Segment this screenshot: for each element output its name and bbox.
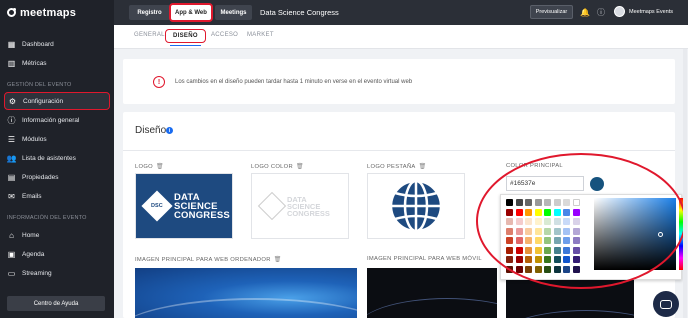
- logo-color-upload[interactable]: DATA SCIENCE CONGRESS: [251, 173, 349, 239]
- field-label-text: IMAGEN PRINCIPAL PARA WEB ORDENADOR: [135, 256, 271, 263]
- users-icon: 👥: [6, 153, 17, 163]
- avatar: [614, 6, 625, 17]
- dsc-badge: DSC: [141, 190, 173, 222]
- brand-name: meetmaps: [20, 6, 77, 19]
- user-menu[interactable]: Meetmaps Events: [614, 6, 673, 17]
- bell-icon[interactable]: 🔔: [580, 7, 590, 17]
- sidebar-item-label: Home: [22, 231, 40, 239]
- tab-registro[interactable]: Registro: [129, 5, 170, 20]
- logo-tab-label: LOGO PESTAÑA 🗑: [367, 163, 427, 171]
- alert-icon: !: [153, 76, 165, 88]
- sidebar-item-label: Agenda: [22, 250, 45, 258]
- main-image-desktop-upload[interactable]: [135, 268, 357, 318]
- dsc-badge-text: DSC: [151, 203, 163, 209]
- tab-meetings[interactable]: Meetings: [215, 5, 252, 20]
- sidebar-item-label: Configuración: [23, 97, 64, 105]
- sidebar-item-informacion-general[interactable]: ⓘ Información general: [4, 111, 110, 129]
- field-label-text: LOGO COLOR: [251, 163, 293, 170]
- brand[interactable]: meetmaps: [0, 0, 114, 25]
- sidebar-item-label: Lista de asistentes: [22, 154, 76, 162]
- info-icon[interactable]: i: [166, 127, 173, 134]
- tab-diseno[interactable]: DISEÑO: [165, 29, 206, 46]
- trash-icon[interactable]: 🗑: [274, 256, 282, 263]
- sidebar-item-label: Emails: [22, 192, 42, 200]
- sidebar-item-modulos[interactable]: ☰ Módulos: [4, 130, 110, 148]
- divider: [123, 150, 675, 151]
- tab-market[interactable]: MARKET: [247, 32, 274, 38]
- logo-wordmark-light: DATA SCIENCE CONGRESS: [287, 195, 330, 218]
- chat-icon: [660, 299, 672, 309]
- help-circle-icon[interactable]: ⓘ: [596, 7, 606, 17]
- list-icon: ☰: [7, 134, 16, 144]
- home-icon: ⌂: [9, 230, 14, 240]
- sidebar-item-propiedades[interactable]: ▤ Propiedades: [4, 168, 110, 186]
- calendar-icon: ▣: [7, 249, 16, 259]
- section-label-event: GESTIÓN DEL EVENTO: [7, 82, 72, 88]
- trash-icon[interactable]: 🗑: [419, 163, 427, 170]
- sidebar-item-label: Propiedades: [22, 173, 59, 181]
- gear-icon: ⚙: [8, 96, 17, 106]
- sidebar-item-label: Dashboard: [22, 40, 54, 48]
- sidebar-item-label: Módulos: [22, 135, 47, 143]
- grid-icon: ▦: [7, 39, 16, 49]
- sidebar: meetmaps ▦ Dashboard ▥ Métricas GESTIÓN …: [0, 0, 114, 318]
- logo-wordmark: DATA SCIENCE CONGRESS: [174, 192, 230, 221]
- bar-chart-icon: ▥: [7, 58, 16, 68]
- properties-icon: ▤: [7, 172, 16, 182]
- logo-color-label: LOGO COLOR 🗑: [251, 163, 304, 171]
- tab-general[interactable]: GENERAL: [134, 32, 165, 38]
- logo-line: CONGRESS: [287, 208, 330, 218]
- help-center-button[interactable]: Centro de Ayuda: [7, 296, 105, 311]
- chat-button[interactable]: [653, 291, 679, 317]
- scrollbar[interactable]: [683, 49, 687, 318]
- section-label-info: INFORMACIÓN DEL EVENTO: [7, 215, 87, 221]
- globe-icon: [389, 179, 443, 233]
- field-label-text: LOGO: [135, 163, 153, 170]
- logo-line: CONGRESS: [174, 209, 230, 221]
- sidebar-item-emails[interactable]: ✉ Emails: [4, 187, 110, 205]
- sidebar-item-home[interactable]: ⌂ Home: [4, 226, 110, 244]
- event-title: Data Science Congress: [260, 8, 339, 17]
- logo-tab-upload[interactable]: [367, 173, 465, 239]
- sidebar-item-metricas[interactable]: ▥ Métricas: [4, 54, 110, 72]
- tab-app-web[interactable]: App & Web: [169, 3, 213, 22]
- sidebar-item-label: Métricas: [22, 59, 47, 67]
- sidebar-item-label: Información general: [22, 116, 80, 124]
- meetmaps-logo-icon: [7, 8, 16, 17]
- sidebar-item-dashboard[interactable]: ▦ Dashboard: [4, 35, 110, 53]
- highlight-ellipse: [476, 153, 686, 289]
- notice-text: Los cambios en el diseño pueden tardar h…: [175, 79, 413, 85]
- streaming-icon: ▭: [7, 268, 16, 278]
- user-name: Meetmaps Events: [629, 8, 674, 15]
- dsc-badge-light: [257, 191, 287, 221]
- sidebar-item-streaming[interactable]: ▭ Streaming: [4, 264, 110, 282]
- info-icon: ⓘ: [7, 115, 16, 125]
- field-label-text: LOGO PESTAÑA: [367, 163, 416, 170]
- section-title: Diseño: [135, 125, 167, 136]
- logo-label: LOGO 🗑: [135, 163, 164, 171]
- main-image-desktop-label: IMAGEN PRINCIPAL PARA WEB ORDENADOR 🗑: [135, 256, 282, 264]
- sidebar-item-lista-asistentes[interactable]: 👥 Lista de asistentes: [4, 149, 110, 167]
- sidebar-item-label: Streaming: [22, 269, 52, 277]
- notice-banner: ! Los cambios en el diseño pueden tardar…: [123, 59, 675, 104]
- main-image-mobile-upload[interactable]: [367, 268, 497, 318]
- field-label-text: IMAGEN PRINCIPAL PARA WEB MÓVIL: [367, 256, 482, 262]
- sidebar-item-configuracion[interactable]: ⚙ Configuración: [4, 92, 110, 110]
- logo-upload[interactable]: DSC DATA SCIENCE CONGRESS: [135, 173, 233, 239]
- top-bar: Registro App & Web Meetings Data Science…: [114, 0, 688, 25]
- preview-button[interactable]: Previsualizar: [530, 5, 573, 19]
- tab-acceso[interactable]: ACCESO: [211, 32, 238, 38]
- trash-icon[interactable]: 🗑: [156, 163, 164, 170]
- main-image-mobile-label: IMAGEN PRINCIPAL PARA WEB MÓVIL: [367, 256, 482, 262]
- sidebar-item-agenda[interactable]: ▣ Agenda: [4, 245, 110, 263]
- envelope-icon: ✉: [8, 191, 15, 201]
- settings-tabs: GENERAL DISEÑO ACCESO MARKET: [114, 25, 688, 49]
- trash-icon[interactable]: 🗑: [296, 163, 304, 170]
